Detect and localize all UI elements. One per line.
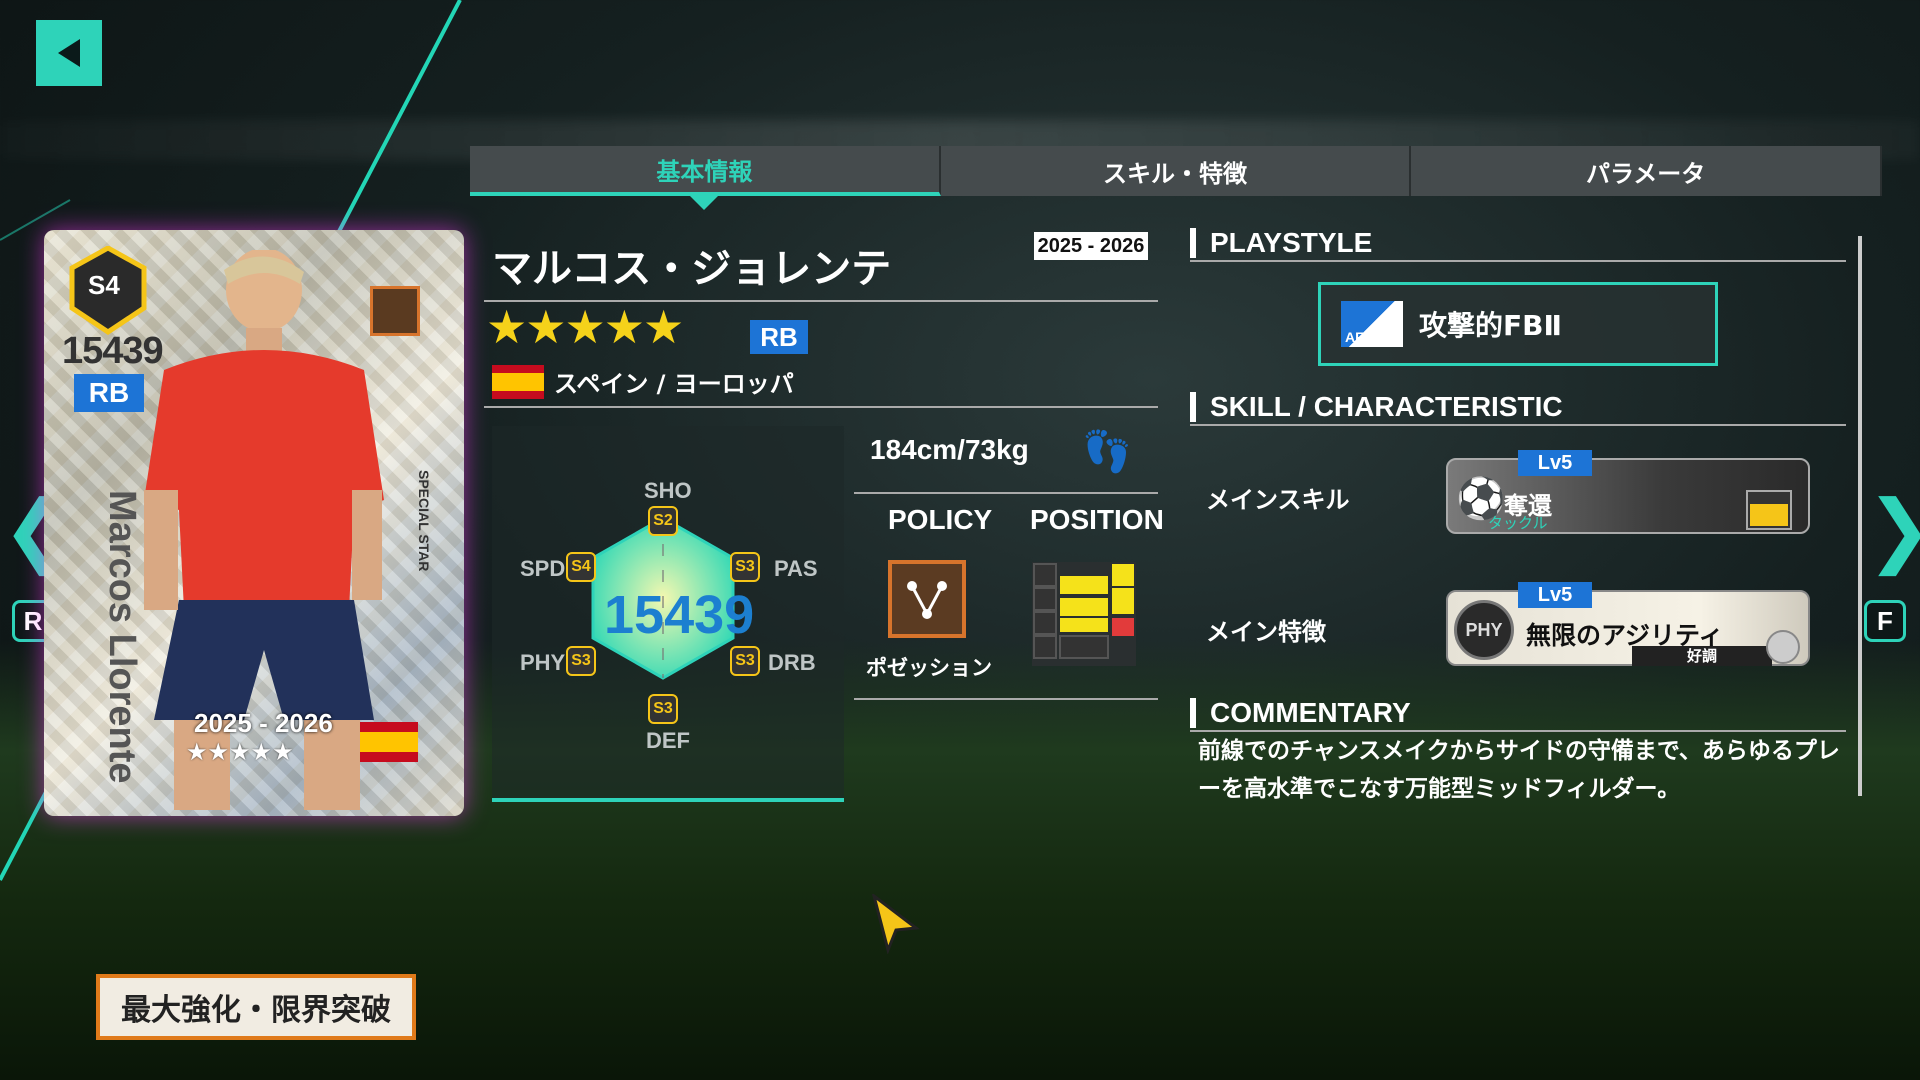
card-season: 2025 - 2026 xyxy=(194,708,333,738)
next-player-arrow-icon[interactable]: ❯ xyxy=(1866,490,1920,570)
stat-label-sho: SHO xyxy=(644,478,692,503)
grade-spd: S4 xyxy=(566,552,596,582)
spain-flag-icon xyxy=(360,722,418,762)
stat-label-spd: SPD xyxy=(520,556,566,581)
commentary-text: 前線でのチャンスメイクからサイドの守備まで、あらゆるプレーを高水準でこなす万能型… xyxy=(1198,738,1840,802)
card-stars: ★★★★★ xyxy=(186,738,294,766)
cursor-icon xyxy=(872,894,920,954)
tab-skills[interactable]: スキル・特徴 xyxy=(941,146,1412,196)
tab-parameters[interactable]: パラメータ xyxy=(1411,146,1883,196)
card-policy-icon xyxy=(370,286,420,336)
overall-rating: 15439 xyxy=(604,585,755,645)
card-rank: S4 xyxy=(88,270,120,300)
commentary-heading: COMMENTARY xyxy=(1190,698,1411,728)
grade-pas: S3 xyxy=(730,552,760,582)
main-skill-label: メインスキル xyxy=(1206,486,1350,514)
skill-heading: SKILL / CHARACTERISTIC xyxy=(1190,392,1563,422)
back-button[interactable] xyxy=(36,20,102,86)
card-rating: 15439 xyxy=(62,330,164,372)
next-key-badge: F xyxy=(1864,600,1906,642)
tab-bar: 基本情報 スキル・特徴 パラメータ xyxy=(470,146,1883,210)
stat-label-phy: PHY xyxy=(520,650,566,675)
playstyle-heading: PLAYSTYLE xyxy=(1190,228,1372,258)
back-arrow-icon xyxy=(58,39,80,67)
position-heading: POSITION xyxy=(1030,504,1164,535)
tab-basic-info[interactable]: 基本情報 xyxy=(470,146,941,210)
position-map xyxy=(1032,562,1136,666)
card-player-name: Marcos Llorente xyxy=(101,490,143,784)
divider xyxy=(854,698,1158,700)
divider xyxy=(484,406,1158,408)
grade-phy: S3 xyxy=(566,646,596,676)
skill-sub: タックル xyxy=(1488,514,1548,532)
main-skill-card[interactable]: Lv5 ⚽ 奪還 タックル xyxy=(1446,450,1810,534)
season-tag: 2025 - 2026 xyxy=(1034,232,1148,260)
scrollbar[interactable] xyxy=(1858,236,1862,796)
position-badge: RB xyxy=(750,320,808,354)
max-enhance-button[interactable]: 最大強化・限界突破 xyxy=(96,974,416,1040)
phy-icon: PHY xyxy=(1454,600,1514,660)
afb-icon: AFB xyxy=(1341,301,1403,347)
divider xyxy=(854,492,1158,494)
nationality: スペイン / ヨーロッパ xyxy=(554,370,794,398)
height-weight: 184cm/73kg xyxy=(870,434,1029,465)
stat-label-drb: DRB xyxy=(768,650,816,675)
policy-heading: POLICY xyxy=(888,504,993,535)
player-name: マルコス・ジョレンテ xyxy=(492,246,892,292)
skill-gauge xyxy=(1746,490,1792,530)
grade-sho: S2 xyxy=(648,506,678,536)
condition-label: 好調 xyxy=(1632,646,1772,666)
skill-level: Lv5 xyxy=(1518,450,1592,476)
stat-label-def: DEF xyxy=(646,728,690,753)
playstyle-value: 攻撃的FBⅡ xyxy=(1419,309,1562,342)
grade-drb: S3 xyxy=(730,646,760,676)
divider xyxy=(1190,424,1846,426)
policy-value: ポゼッション xyxy=(866,656,992,680)
footprint-icon: 👣 xyxy=(1082,429,1132,475)
playstyle-box[interactable]: AFB 攻撃的FBⅡ xyxy=(1318,282,1718,366)
grade-def: S3 xyxy=(648,694,678,724)
spain-flag-icon xyxy=(492,365,544,399)
trait-level: Lv5 xyxy=(1518,582,1592,608)
stat-label-pas: PAS xyxy=(774,556,818,581)
main-trait-card[interactable]: Lv5 PHY 無限のアジリティ 好調 xyxy=(1446,582,1810,666)
player-card[interactable]: S4 15439 RB Marcos Llorente SPECIAL STAR… xyxy=(44,230,464,816)
divider xyxy=(1190,260,1846,262)
main-trait-label: メイン特徴 xyxy=(1206,618,1326,646)
condition-face-icon xyxy=(1766,630,1800,664)
policy-possession-icon xyxy=(888,560,966,638)
rarity-stars: ★★★★★ xyxy=(486,300,684,354)
card-special-label: SPECIAL STAR xyxy=(416,470,432,572)
card-position: RB xyxy=(74,374,144,412)
